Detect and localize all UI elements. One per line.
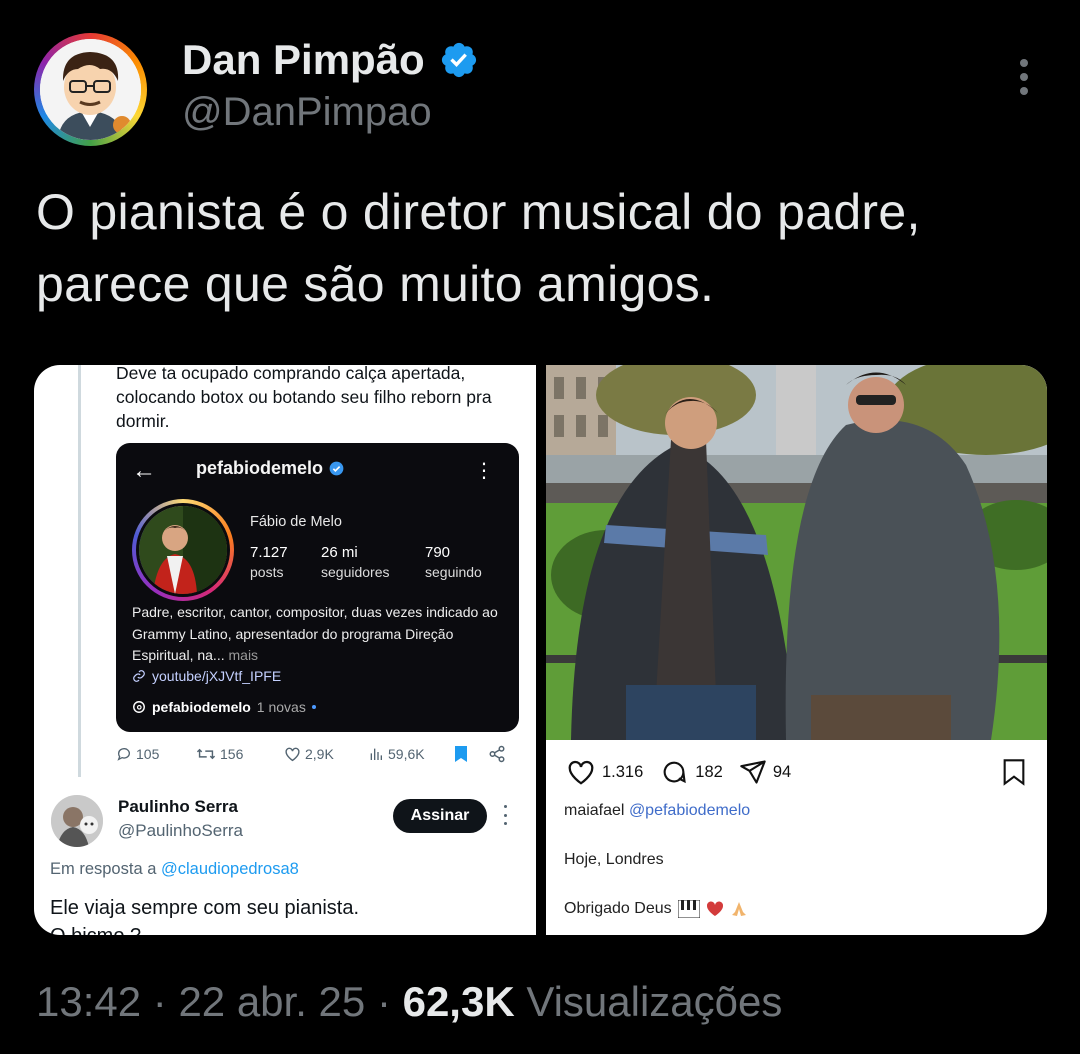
- verified-badge-icon[interactable]: [439, 40, 479, 80]
- reply-author-handle: @PaulinhoSerra: [118, 821, 243, 840]
- tweet-text: O pianista é o diretor musical do padre,…: [36, 184, 921, 312]
- subscribe-button: Assinar: [393, 799, 487, 833]
- ig-comment-icon: [663, 761, 687, 784]
- more-options-icon[interactable]: [1006, 55, 1042, 99]
- ig-share-icon: [740, 760, 766, 784]
- views-count: 62,3K: [402, 978, 515, 1025]
- heart-emoji-icon: [706, 901, 723, 916]
- reply-icon: [117, 748, 130, 761]
- ig-avatar: [132, 499, 234, 601]
- author-handle[interactable]: @DanPimpao: [182, 90, 432, 135]
- like-icon: [285, 747, 300, 762]
- london-photo: [546, 365, 1047, 740]
- ig-full-name: Fábio de Melo: [250, 514, 342, 530]
- back-arrow-icon: ←: [132, 457, 156, 484]
- views-label: Visualizações: [526, 978, 783, 1025]
- author-avatar[interactable]: [34, 33, 147, 146]
- ig-caption-line-2: Obrigado Deus: [564, 900, 748, 918]
- ig-post-actions: 1.316 182 94: [566, 758, 1026, 786]
- reply-text-cut: O bicmo ?: [50, 925, 141, 935]
- reply-more-icon: [504, 805, 510, 825]
- media-image-left[interactable]: Deve ta ocupado comprando calça apertada…: [34, 365, 536, 935]
- ig-caption-line-1: Hoje, Londres: [564, 851, 664, 868]
- thread-line: [78, 365, 81, 777]
- ig-threads-badge: pefabiodemelo 1 novas: [132, 699, 316, 715]
- ig-menu-icon: ⋮: [474, 460, 494, 482]
- ig-verified-icon: [329, 461, 344, 476]
- reply-avatar-photo: [51, 795, 103, 847]
- ig-bookmark-icon: [1003, 759, 1025, 786]
- ig-username: pefabiodemelo: [196, 458, 324, 478]
- author-display-name[interactable]: Dan Pimpão: [182, 36, 425, 84]
- tweet-date[interactable]: 22 abr. 25: [178, 978, 365, 1025]
- ig-caption-user: maiafael @pefabiodemelo: [564, 802, 751, 819]
- bookmark-icon: [455, 746, 467, 762]
- views-icon: [370, 748, 382, 760]
- ig-stat-followers: 26 mi seguidores: [321, 544, 390, 580]
- cartoon-avatar-image: [40, 39, 141, 140]
- praying-hands-emoji-icon: [731, 902, 746, 916]
- share-icon: [489, 745, 505, 763]
- reply-text: Ele viaja sempre com seu pianista.: [50, 897, 360, 919]
- repost-icon: [196, 748, 216, 760]
- tweet-time[interactable]: 13:42: [36, 978, 141, 1025]
- reply-author-name: Paulinho Serra: [118, 797, 238, 816]
- ig-stat-posts: 7.127 posts: [250, 544, 288, 580]
- tweet-metadata: 13:42 · 22 abr. 25 · 62,3K Visualizações: [36, 978, 783, 1025]
- piano-emoji-icon: [677, 900, 700, 918]
- link-icon: [133, 670, 145, 682]
- ig-avatar-photo: [139, 506, 227, 594]
- tweet-actions-bar: 105 156 2,9K 59,6K: [116, 745, 516, 763]
- quoted-reply-text: Deve ta ocupado comprando calça apertada…: [116, 365, 492, 431]
- ig-like-icon: [568, 760, 594, 785]
- reply-author-avatar: [51, 795, 103, 847]
- tweet-media[interactable]: Deve ta ocupado comprando calça apertada…: [34, 365, 1047, 935]
- ig-stat-following: 790 seguindo: [425, 544, 482, 580]
- ig-bio: Padre, escritor, cantor, compositor, dua…: [132, 604, 498, 663]
- in-reply-to: Em resposta a @claudiopedrosa8: [50, 860, 299, 878]
- media-image-right[interactable]: 1.316 182 94 maiafael @pefabiodemelo Hoj…: [546, 365, 1047, 935]
- ig-link: youtube/jXJVtf_IPFE: [132, 668, 281, 684]
- threads-icon: [133, 701, 145, 713]
- instagram-profile-screenshot: ← pefabiodemelo ⋮ Fábio de Melo 7.127 po…: [116, 443, 519, 732]
